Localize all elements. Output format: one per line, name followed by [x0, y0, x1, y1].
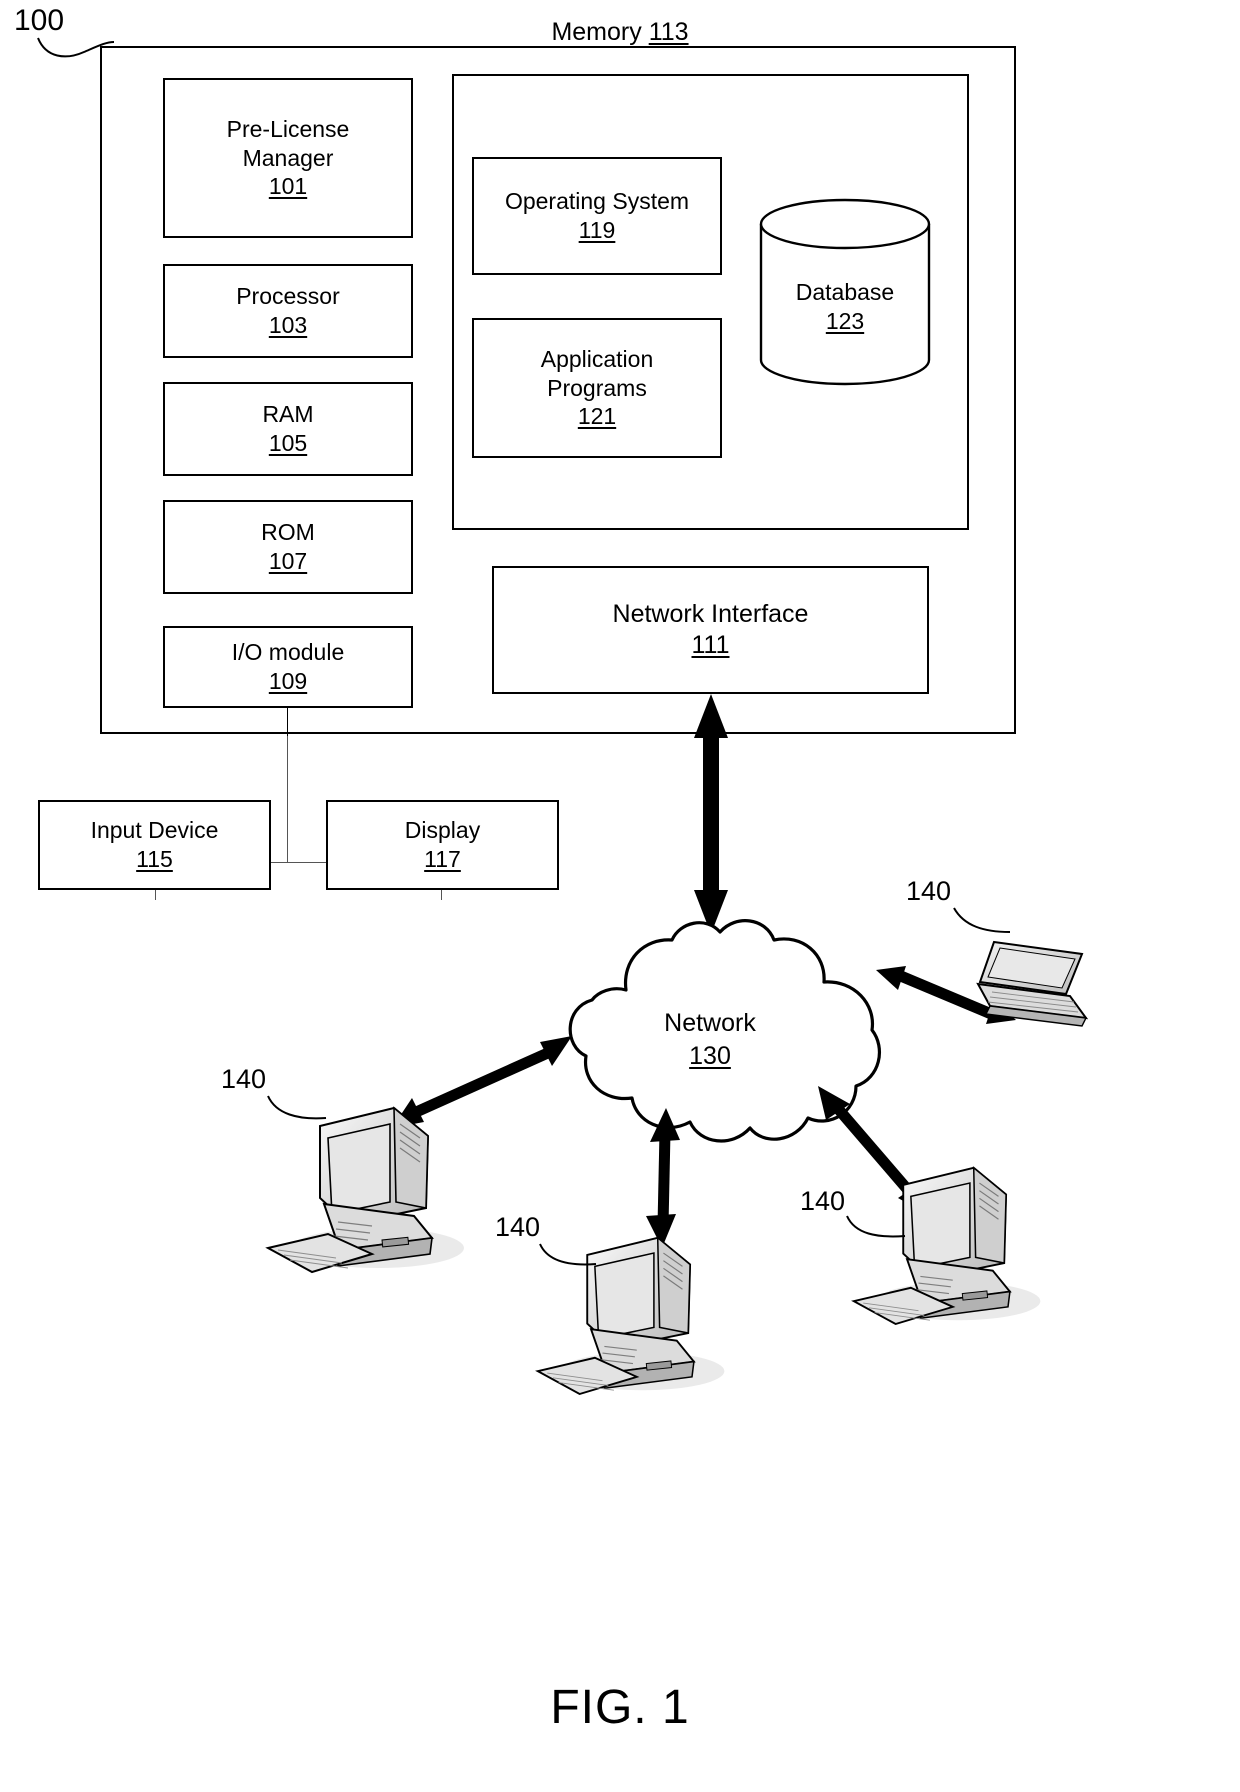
leader-line-140-right — [846, 1215, 906, 1238]
memory-reference-numeral: 113 — [648, 18, 689, 46]
network-reference-numeral: 130 — [689, 1041, 731, 1070]
block-reference-numeral: 101 — [268, 173, 308, 200]
block-display: Display 117 — [326, 800, 559, 890]
memory-title-text: Memory — [551, 18, 642, 46]
block-pre-license-manager: Pre-License Manager 101 — [163, 78, 413, 238]
block-application-programs: Application Programs 121 — [472, 318, 722, 458]
block-reference-numeral: 111 — [691, 631, 730, 659]
block-label-line1: Pre-License — [226, 115, 350, 142]
terminal-reference-numeral: 140 — [800, 1186, 846, 1216]
block-label-line1: Processor — [236, 283, 340, 310]
database-label-group: Database 123 — [755, 278, 935, 336]
block-network-interface: Network Interface 111 — [492, 566, 929, 694]
terminal-laptop — [962, 936, 1092, 1046]
database-cylinder: Database 123 — [755, 198, 935, 386]
block-input-device: Input Device 115 — [38, 800, 271, 890]
block-reference-numeral: 107 — [268, 548, 308, 574]
leader-line-140-laptop — [953, 907, 1011, 933]
arrow-network-interface-to-network — [694, 694, 728, 934]
block-io-module: I/O module 109 — [163, 626, 413, 708]
leader-line-140-left — [267, 1095, 327, 1120]
block-rom: ROM 107 — [163, 500, 413, 594]
memory-title: Memory 113 — [0, 18, 1240, 47]
block-processor: Processor 103 — [163, 264, 413, 358]
block-label-line1: ROM — [261, 519, 315, 546]
block-label-line1: Input Device — [90, 817, 219, 844]
block-reference-numeral: 109 — [268, 668, 308, 694]
block-label-line1: Operating System — [504, 188, 690, 215]
block-reference-numeral: 105 — [268, 430, 308, 456]
terminal-reference-numeral: 140 — [906, 876, 952, 906]
block-reference-numeral: 119 — [578, 217, 616, 243]
terminal-reference-numeral: 140 — [495, 1212, 541, 1242]
block-reference-numeral: 115 — [136, 846, 173, 872]
figure-canvas: 100 Pre-License Manager 101 Processor 10… — [0, 0, 1240, 1792]
io-connector-stem-lower — [287, 736, 288, 862]
database-reference-numeral: 123 — [825, 307, 865, 334]
block-ram: RAM 105 — [163, 382, 413, 476]
block-reference-numeral: 117 — [424, 846, 461, 872]
figure-caption: FIG. 1 — [550, 1681, 690, 1734]
block-operating-system: Operating System 119 — [472, 157, 722, 275]
network-label: Network — [664, 1009, 756, 1037]
arrow-network-to-terminal-center — [646, 1108, 680, 1248]
block-label-line1: RAM — [262, 401, 314, 428]
terminal-reference-numeral: 140 — [221, 1064, 267, 1094]
block-label-line1: Network Interface — [612, 599, 809, 628]
block-reference-numeral: 121 — [577, 403, 617, 430]
block-reference-numeral: 103 — [268, 312, 308, 338]
block-label-line2: Manager — [242, 144, 334, 171]
block-label-line1: Application — [540, 345, 654, 372]
block-label-line2: Programs — [547, 374, 647, 401]
network-label-group: Network 130 — [530, 1007, 890, 1072]
block-label-line1: I/O module — [231, 639, 345, 666]
database-label: Database — [795, 279, 895, 305]
leader-line-140-center — [539, 1243, 597, 1266]
laptop-icon — [976, 940, 1089, 1027]
block-label-line1: Display — [404, 817, 481, 844]
